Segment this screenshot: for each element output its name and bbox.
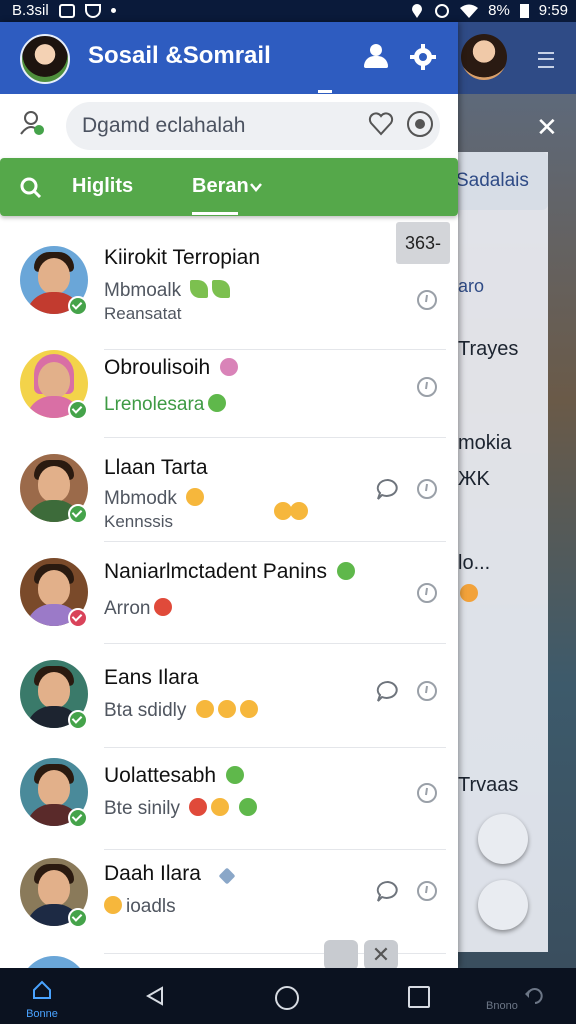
close-icon[interactable]: ✕: [536, 112, 558, 143]
tab-highlights[interactable]: Higlits: [72, 175, 133, 198]
avatar[interactable]: [461, 34, 507, 80]
clock-icon: [417, 583, 437, 603]
list-item[interactable]: Obroulisoih Lrenolesara: [0, 336, 458, 438]
clock-icon: [417, 479, 437, 499]
globe-icon[interactable]: [406, 110, 434, 138]
battery-percent: 8%: [488, 2, 510, 19]
recent-apps-button[interactable]: [408, 986, 430, 1008]
avatar[interactable]: [20, 34, 70, 84]
close-icon[interactable]: ✕: [364, 940, 398, 970]
back-icon[interactable]: [146, 986, 164, 1006]
online-badge: [68, 296, 88, 316]
contact-name: Kiirokit Terropian: [104, 246, 261, 269]
contact-preview: Arron: [104, 598, 173, 620]
background-chip[interactable]: Sadalais: [456, 152, 548, 210]
background-text: Trvaas: [458, 774, 519, 796]
list-item[interactable]: Daah Ilara ioadls: [0, 848, 458, 954]
contact-preview: Bte sinily: [104, 798, 257, 820]
clock-icon: [417, 377, 437, 397]
chat-icon[interactable]: [376, 680, 400, 702]
contact-preview: Bta sdidly: [104, 700, 258, 722]
camera-icon[interactable]: [324, 940, 358, 970]
chevron-down-icon[interactable]: [250, 181, 262, 193]
chat-icon[interactable]: [376, 478, 400, 500]
chat-icon[interactable]: [376, 880, 400, 902]
online-badge: [68, 908, 88, 928]
background-text: Trayes: [458, 338, 519, 360]
background-text: ЖK: [458, 468, 490, 490]
home-icon[interactable]: [32, 980, 52, 1000]
tab-indicator: [318, 90, 332, 93]
notification-dot-icon: [110, 8, 116, 13]
background-text: mokia: [458, 432, 512, 454]
contact-preview-secondary: Reansatat: [104, 304, 182, 323]
return-icon[interactable]: [524, 986, 546, 1006]
status-carrier-text: B.3sil: [12, 2, 49, 19]
contact-preview: Mbmoalk: [104, 280, 231, 302]
home-label: Bonne: [26, 1008, 58, 1020]
person-icon[interactable]: [362, 44, 390, 70]
contact-preview: Lrenolesara: [104, 394, 227, 416]
nav-right-label: Bnono: [486, 1000, 518, 1012]
list-item[interactable]: Uolattesabh Bte sinily: [0, 746, 458, 850]
contact-preview: Mbmodk: [104, 488, 205, 510]
reaction-button[interactable]: [478, 814, 528, 864]
contact-name: Llaan Tarta: [104, 456, 208, 479]
menu-icon[interactable]: [538, 52, 554, 68]
contact-preview: ioadls: [104, 896, 176, 918]
status-time: 9:59: [538, 2, 568, 19]
online-badge: [68, 400, 88, 420]
online-badge: [68, 504, 88, 524]
clock-icon: [417, 783, 437, 803]
search-placeholder: Dgamd eclahalah: [82, 114, 246, 137]
gallery-icon: [58, 3, 75, 18]
background-text: aro: [458, 276, 485, 296]
contact-name: Naniarlmctadent Panins: [104, 560, 355, 584]
online-badge: [68, 608, 88, 628]
clock-icon: [417, 881, 437, 901]
contact-name: Obroulisoih: [104, 356, 239, 380]
background-text: lo...: [458, 552, 491, 574]
contact-list: Kiirokit Terropian Mbmoalk Reansatat Obr…: [0, 216, 458, 968]
background-header: [456, 22, 576, 94]
shield-icon: [84, 3, 101, 18]
clock-icon: [417, 290, 437, 310]
contact-name: Eans Ilara: [104, 666, 199, 689]
location-icon: [412, 3, 423, 18]
gear-icon[interactable]: [410, 44, 436, 70]
counter-badge: 363-: [396, 222, 450, 264]
list-item[interactable]: Llaan Tarta Mbmodk Kennssis: [0, 438, 458, 542]
battery-icon: [519, 3, 529, 18]
app-title: Sosail &Somrail: [88, 42, 271, 69]
sync-icon: [435, 3, 450, 18]
emoji-icon: [460, 584, 478, 602]
online-badge: [68, 808, 88, 828]
emoji-button[interactable]: [478, 880, 528, 930]
status-bar: B.3sil 8% 9:59: [0, 0, 576, 22]
search-icon[interactable]: [20, 177, 42, 199]
navigation-bar: Bonne Bnono: [0, 968, 576, 1024]
app-bar: Sosail &Somrail: [0, 22, 458, 94]
profile-icon[interactable]: [20, 110, 44, 136]
wifi-icon: [460, 4, 479, 18]
home-button[interactable]: [275, 986, 299, 1010]
online-badge: [68, 710, 88, 730]
avatar[interactable]: [20, 956, 88, 968]
emoji-icon: [290, 502, 308, 520]
contact-preview-secondary: Kennssis: [104, 512, 173, 531]
tab-beran-underline: [192, 212, 238, 215]
contact-name: Daah Ilara: [104, 862, 236, 886]
clock-icon: [417, 681, 437, 701]
heart-icon[interactable]: [368, 111, 394, 137]
list-item[interactable]: Eans Ilara Bta sdidly: [0, 644, 458, 748]
tab-beran[interactable]: Beran: [192, 175, 249, 198]
list-item[interactable]: Naniarlmctadent Panins Arron: [0, 542, 458, 644]
list-item[interactable]: Kiirokit Terropian Mbmoalk Reansatat: [0, 232, 458, 350]
contact-name: Uolattesabh: [104, 764, 244, 788]
background-chat-screen: ✕ Sadalais aro Trayes mokia ЖK lo... Trv…: [456, 22, 576, 968]
